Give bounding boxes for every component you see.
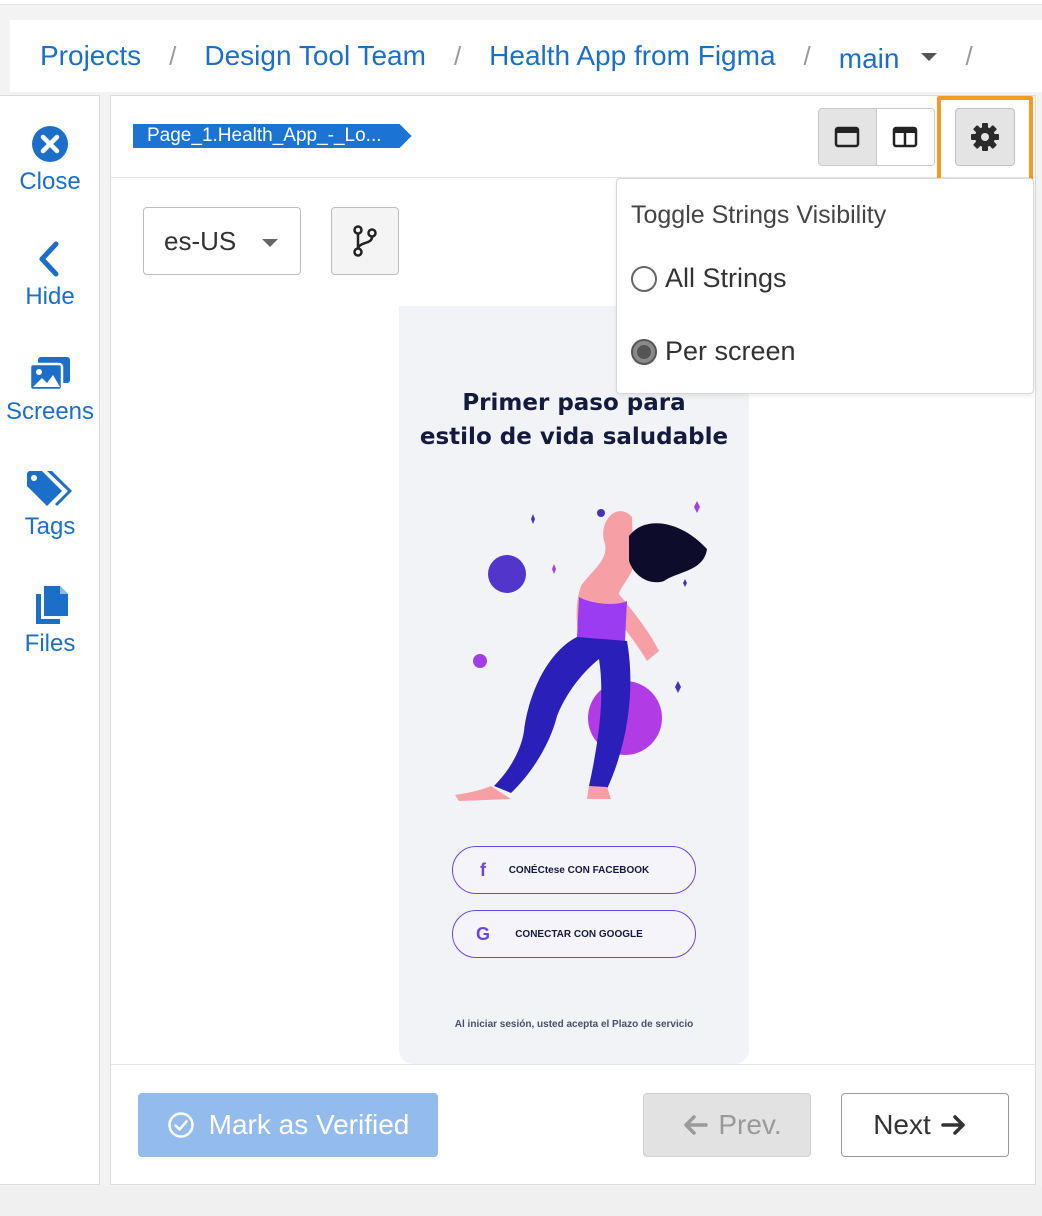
split-view-button[interactable] — [876, 109, 934, 165]
sidebar-item-label: Screens — [5, 398, 95, 425]
sidebar-item-label: Tags — [24, 513, 76, 540]
close-circle-icon — [32, 126, 68, 162]
view-toggle-group — [818, 108, 935, 166]
all-strings-radio[interactable] — [631, 265, 657, 292]
left-sidebar: Close Hide Screens Tags Files — [0, 95, 100, 1185]
branch-button[interactable] — [331, 207, 399, 275]
panel-header: Page_1.Health_App_-_Lo... — [111, 96, 1035, 182]
page-name-tag: Page_1.Health_App_-_Lo... — [133, 124, 412, 148]
per-screen-radio[interactable] — [631, 338, 657, 365]
screen-title-line: estilo de vida saludable — [419, 424, 729, 450]
facebook-icon: f — [480, 859, 486, 880]
files-icon — [36, 586, 68, 624]
breadcrumb-projects[interactable]: Projects — [40, 40, 141, 72]
screen-preview: Primer paso para estilo de vida saludabl… — [399, 306, 749, 1064]
locale-value: es-US — [164, 225, 237, 256]
columns-icon — [893, 126, 918, 148]
breadcrumb-separator: / — [965, 40, 973, 71]
breadcrumb-separator: / — [803, 40, 811, 71]
code-branch-icon — [353, 225, 377, 257]
popover-title: Toggle Strings Visibility — [631, 201, 887, 229]
locale-select[interactable]: es-US — [143, 207, 301, 275]
images-icon — [28, 357, 70, 392]
all-strings-label: All Strings — [665, 263, 787, 293]
fitness-illustration — [455, 501, 707, 801]
chevron-down-icon — [262, 239, 278, 247]
breadcrumb: Projects / Design Tool Team / Health App… — [10, 20, 1042, 92]
screen-panel: Page_1.Health_App_-_Lo... es-US Primer p… — [110, 95, 1036, 1185]
gear-icon — [971, 123, 999, 151]
arrow-left-icon — [682, 1114, 709, 1136]
prev-button[interactable]: Prev. — [643, 1093, 811, 1157]
panel-footer: Mark as Verified Prev. Next — [111, 1064, 1035, 1184]
breadcrumb-project[interactable]: Health App from Figma — [489, 40, 775, 72]
sidebar-item-close[interactable]: Close — [0, 124, 100, 196]
google-icon: G — [475, 923, 490, 944]
toggle-strings-popover: Toggle Strings Visibility All Strings Pe… — [616, 178, 1034, 394]
breadcrumb-separator: / — [169, 40, 177, 71]
breadcrumb-team[interactable]: Design Tool Team — [204, 40, 426, 72]
prev-label: Prev. — [718, 1109, 782, 1140]
check-circle-icon — [167, 1112, 194, 1138]
sidebar-item-label: Files — [24, 630, 76, 657]
sidebar-item-tags[interactable]: Tags — [0, 469, 100, 541]
arrow-right-icon — [941, 1114, 967, 1136]
window-icon — [835, 126, 860, 148]
settings-button[interactable] — [955, 108, 1015, 166]
single-view-button[interactable] — [819, 109, 877, 165]
sidebar-item-label: Hide — [25, 283, 75, 310]
chevron-down-icon — [921, 53, 938, 61]
sidebar-item-label: Close — [19, 168, 81, 195]
google-connect-button[interactable]: G CONECTAR CON GOOGLE — [452, 910, 696, 958]
top-bar-line — [0, 0, 1042, 5]
chevron-left-icon — [39, 241, 59, 277]
next-button[interactable]: Next — [841, 1093, 1009, 1157]
per-screen-option[interactable]: Per screen — [631, 336, 796, 367]
sidebar-item-screens[interactable]: Screens — [0, 354, 100, 426]
sidebar-item-files[interactable]: Files — [0, 584, 100, 658]
per-screen-label: Per screen — [665, 336, 796, 366]
bottom-margin — [0, 1186, 1042, 1216]
screen-title: Primer paso para estilo de vida saludabl… — [399, 386, 749, 454]
next-label: Next — [873, 1109, 931, 1140]
breadcrumb-separator: / — [453, 40, 462, 71]
facebook-connect-button[interactable]: f CONÉCtese CON FACEBOOK — [452, 846, 696, 894]
tags-icon — [27, 471, 72, 506]
terms-text: Al iniciar sesión, usted acepta el Plazo… — [454, 1019, 694, 1030]
branch-dropdown[interactable]: main — [839, 43, 938, 75]
branch-label: main — [838, 43, 900, 74]
all-strings-option[interactable]: All Strings — [631, 263, 787, 294]
mark-as-verified-button[interactable]: Mark as Verified — [138, 1093, 438, 1157]
mark-as-verified-label: Mark as Verified — [208, 1109, 410, 1140]
sidebar-item-hide[interactable]: Hide — [0, 239, 100, 311]
